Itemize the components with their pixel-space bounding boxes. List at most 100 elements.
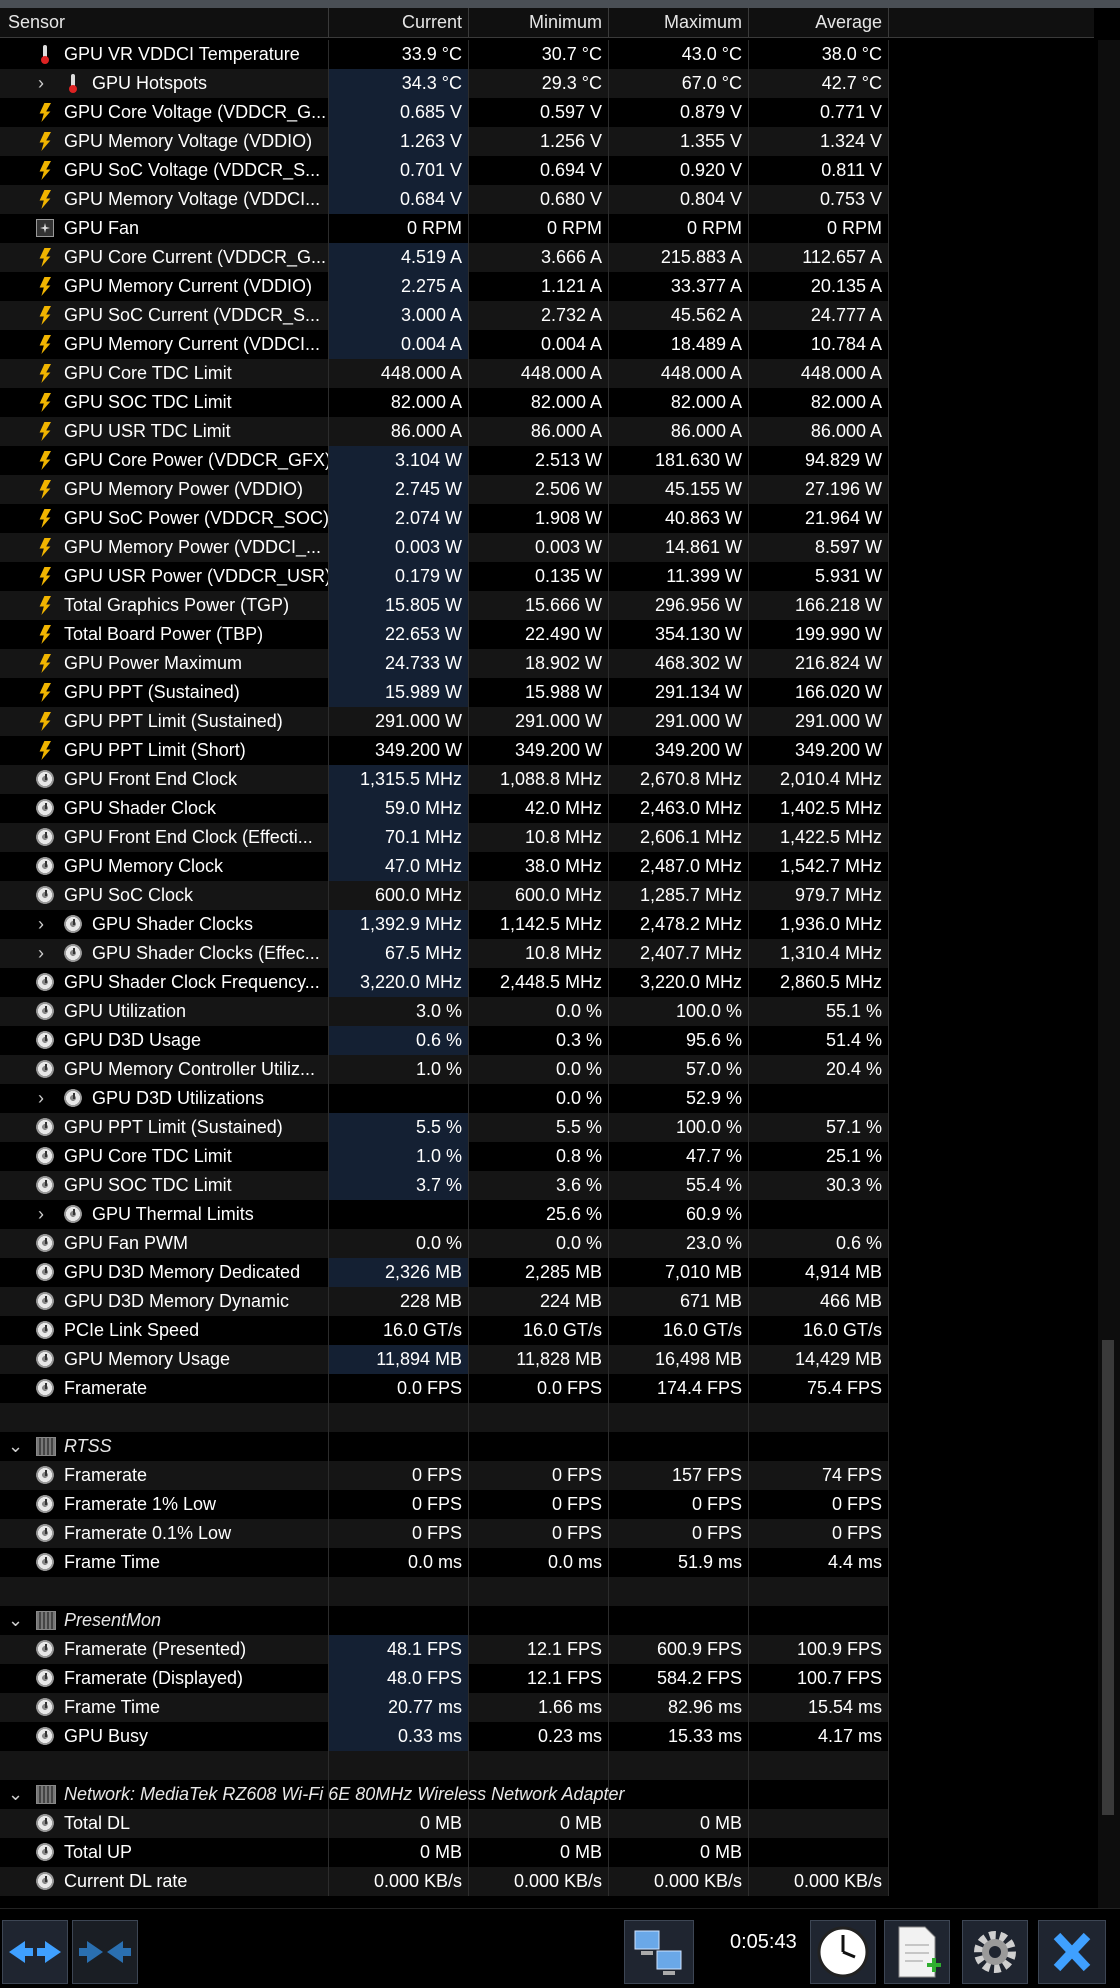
header-current[interactable]: Current — [329, 8, 469, 37]
sensor-group-header[interactable]: ⌄ PresentMon — [0, 1606, 889, 1635]
sensor-row[interactable]: GPU Memory Usage 11,894 MB 11,828 MB 16,498… — [0, 1345, 889, 1374]
expand-chevron-icon[interactable]: › — [38, 1200, 44, 1229]
sensor-row[interactable]: GPU VR VDDCI Temperature 33.9 °C 30.7 °C 43… — [0, 40, 889, 69]
sensor-row[interactable]: PCIe Link Speed 16.0 GT/s 16.0 GT/s 16.0 GT… — [0, 1316, 889, 1345]
value-minimum: 82.000 A — [469, 388, 609, 417]
lightning-icon — [36, 596, 54, 614]
scrollbar-thumb[interactable] — [1102, 1340, 1114, 1815]
sensor-row[interactable]: GPU PPT (Sustained) 15.989 W 15.988 W 291.1… — [0, 678, 889, 707]
collapse-chevron-icon[interactable]: ⌄ — [8, 1432, 23, 1461]
sensor-row[interactable]: Framerate 0.1% Low 0 FPS 0 FPS 0 FPS 0 FPS — [0, 1519, 889, 1548]
sensor-row[interactable]: GPU Shader Clock 59.0 MHz 42.0 MHz 2,463.0 … — [0, 794, 889, 823]
collapse-arrows-button[interactable] — [72, 1920, 138, 1984]
sensor-row[interactable]: GPU Memory Power (VDDCI_... 0.003 W 0.003 … — [0, 533, 889, 562]
sensor-row[interactable]: › GPU D3D Utilizations 0.0 % 52.9 % — [0, 1084, 889, 1113]
clock-button[interactable] — [810, 1920, 876, 1984]
sensor-row[interactable]: GPU D3D Memory Dynamic 228 MB 224 MB 671 MB… — [0, 1287, 889, 1316]
sensor-row[interactable]: GPU SoC Power (VDDCR_SOC) 2.074 W 1.908 W4… — [0, 504, 889, 533]
sensor-row[interactable]: GPU Fan PWM 0.0 % 0.0 % 23.0 % 0.6 % — [0, 1229, 889, 1258]
value-current: 3,220.0 MHz — [329, 968, 469, 997]
sensor-row[interactable]: Frame Time 20.77 ms 1.66 ms 82.96 ms 15.54 m… — [0, 1693, 889, 1722]
sensor-row[interactable]: GPU Front End Clock (Effecti... 70.1 MHz 1… — [0, 823, 889, 852]
sensor-row[interactable]: Frame Time 0.0 ms 0.0 ms 51.9 ms 4.4 ms — [0, 1548, 889, 1577]
navigate-arrows-button[interactable] — [2, 1920, 68, 1984]
value-minimum: 0.597 V — [469, 98, 609, 127]
sensor-row[interactable]: GPU Core TDC Limit 1.0 % 0.8 % 47.7 % 25.1 % — [0, 1142, 889, 1171]
sensor-row[interactable]: GPU Memory Voltage (VDDCI... 0.684 V 0.680… — [0, 185, 889, 214]
sensor-row[interactable]: GPU Memory Power (VDDIO) 2.745 W 2.506 W 45… — [0, 475, 889, 504]
expand-chevron-icon[interactable]: › — [38, 910, 44, 939]
sensor-row[interactable]: › GPU Thermal Limits 25.6 % 60.9 % — [0, 1200, 889, 1229]
sensor-row[interactable]: GPU Memory Voltage (VDDIO) 1.263 V 1.256 V… — [0, 127, 889, 156]
gauge-icon — [36, 1176, 54, 1194]
sensor-group-header[interactable]: ⌄ RTSS — [0, 1432, 889, 1461]
header-sensor[interactable]: Sensor — [0, 8, 329, 37]
settings-button[interactable] — [962, 1920, 1028, 1984]
value-current: 0.000 KB/s — [329, 1867, 469, 1896]
sensor-row[interactable]: GPU Memory Controller Utiliz... 1.0 % 0.0 … — [0, 1055, 889, 1084]
sensor-row[interactable]: Total Board Power (TBP) 22.653 W 22.490 W3… — [0, 620, 889, 649]
sensor-row[interactable]: › GPU Shader Clocks 1,392.9 MHz 1,142.5 MHz… — [0, 910, 889, 939]
sensor-row[interactable]: Framerate (Displayed) 48.0 FPS 12.1 FPS 584… — [0, 1664, 889, 1693]
header-minimum[interactable]: Minimum — [469, 8, 609, 37]
sensor-row[interactable]: GPU Fan 0 RPM 0 RPM 0 RPM 0 RPM — [0, 214, 889, 243]
sensor-group-header[interactable]: ⌄ Network: MediaTek RZ608 Wi-Fi 6E 80MHz … — [0, 1780, 889, 1809]
sensor-row[interactable]: GPU Core TDC Limit 448.000 A 448.000 A 448.… — [0, 359, 889, 388]
collapse-chevron-icon[interactable]: ⌄ — [8, 1606, 23, 1635]
sensor-row[interactable]: Framerate 1% Low 0 FPS 0 FPS 0 FPS 0 FPS — [0, 1490, 889, 1519]
sensor-row[interactable]: GPU Memory Current (VDDIO) 2.275 A 1.121 A… — [0, 272, 889, 301]
sensor-row[interactable]: GPU Core Voltage (VDDCR_G... 0.685 V 0.597… — [0, 98, 889, 127]
sensor-row[interactable]: GPU Busy 0.33 ms 0.23 ms 15.33 ms 4.17 ms — [0, 1722, 889, 1751]
sensor-row[interactable]: Total DL 0 MB 0 MB 0 MB — [0, 1809, 889, 1838]
sensor-row[interactable]: GPU Memory Clock 47.0 MHz 38.0 MHz 2,487.0 … — [0, 852, 889, 881]
value-minimum: 38.0 MHz — [469, 852, 609, 881]
sensor-row[interactable]: Framerate 0.0 FPS 0.0 FPS 174.4 FPS 75.4 FPS — [0, 1374, 889, 1403]
sensor-row[interactable]: › GPU Shader Clocks (Effec... 67.5 MHz 10.8… — [0, 939, 889, 968]
network-button[interactable] — [624, 1920, 694, 1984]
sensor-row[interactable]: Framerate (Presented) 48.1 FPS 12.1 FPS 600… — [0, 1635, 889, 1664]
sensor-row[interactable]: GPU USR TDC Limit 86.000 A 86.000 A 86.000 … — [0, 417, 889, 446]
value-current: 11,894 MB — [329, 1345, 469, 1374]
expand-chevron-icon[interactable]: › — [38, 939, 44, 968]
value-minimum: 0.003 W — [469, 533, 609, 562]
sensor-row[interactable]: GPU SOC TDC Limit 3.7 % 3.6 % 55.4 % 30.3 % — [0, 1171, 889, 1200]
vertical-scrollbar[interactable] — [1098, 40, 1120, 1910]
value-minimum: 16.0 GT/s — [469, 1316, 609, 1345]
sensor-row[interactable]: GPU Shader Clock Frequency... 3,220.0 MHz… — [0, 968, 889, 997]
sensor-row[interactable]: Framerate 0 FPS 0 FPS 157 FPS 74 FPS — [0, 1461, 889, 1490]
expand-chevron-icon[interactable]: › — [38, 69, 44, 98]
gauge-icon — [36, 1524, 54, 1542]
sensor-row[interactable]: Total Graphics Power (TGP) 15.805 W 15.666… — [0, 591, 889, 620]
sensor-row[interactable]: GPU Core Power (VDDCR_GFX) 3.104 W 2.513 W… — [0, 446, 889, 475]
sensor-row[interactable]: GPU SoC Voltage (VDDCR_S... 0.701 V 0.694 … — [0, 156, 889, 185]
value-maximum: 45.562 A — [609, 301, 749, 330]
gauge-icon — [36, 857, 54, 875]
expand-chevron-icon[interactable]: › — [38, 1084, 44, 1113]
sensor-row[interactable]: GPU D3D Memory Dedicated 2,326 MB 2,285 MB… — [0, 1258, 889, 1287]
sensor-row[interactable]: GPU Memory Current (VDDCI... 0.004 A 0.004… — [0, 330, 889, 359]
sensor-row[interactable]: GPU SoC Clock 600.0 MHz 600.0 MHz 1,285.7 M… — [0, 881, 889, 910]
value-current: 0.684 V — [329, 185, 469, 214]
sensor-row[interactable]: GPU Front End Clock 1,315.5 MHz 1,088.8 MH… — [0, 765, 889, 794]
value-current: 1.0 % — [329, 1055, 469, 1084]
sensor-row[interactable]: GPU USR Power (VDDCR_USR) 0.179 W 0.135 W1… — [0, 562, 889, 591]
sensor-row[interactable]: GPU SoC Current (VDDCR_S... 3.000 A 2.732 … — [0, 301, 889, 330]
sensor-row[interactable]: GPU Utilization 3.0 % 0.0 % 100.0 % 55.1 % — [0, 997, 889, 1026]
collapse-chevron-icon[interactable]: ⌄ — [8, 1780, 23, 1809]
sensor-row[interactable]: › GPU Hotspots 34.3 °C 29.3 °C 67.0 °C 42.7 °… — [0, 69, 889, 98]
value-maximum: 16,498 MB — [609, 1345, 749, 1374]
sensor-row[interactable]: GPU Power Maximum 24.733 W 18.902 W 468.302… — [0, 649, 889, 678]
sensor-row[interactable]: GPU PPT Limit (Sustained) 5.5 % 5.5 % 100.0… — [0, 1113, 889, 1142]
new-report-button[interactable] — [884, 1920, 950, 1984]
value-minimum: 10.8 MHz — [469, 823, 609, 852]
sensor-row[interactable]: GPU PPT Limit (Short) 349.200 W 349.200 W3… — [0, 736, 889, 765]
sensor-row[interactable]: GPU D3D Usage 0.6 % 0.3 % 95.6 % 51.4 % — [0, 1026, 889, 1055]
header-average[interactable]: Average — [749, 8, 889, 37]
sensor-row[interactable]: GPU Core Current (VDDCR_G... 4.519 A 3.666… — [0, 243, 889, 272]
close-button[interactable] — [1038, 1920, 1106, 1984]
sensor-row[interactable]: GPU SOC TDC Limit 82.000 A 82.000 A 82.000 … — [0, 388, 889, 417]
sensor-row[interactable]: Total UP 0 MB 0 MB 0 MB — [0, 1838, 889, 1867]
sensor-row[interactable]: GPU PPT Limit (Sustained) 291.000 W 291.00… — [0, 707, 889, 736]
sensor-row[interactable]: Current DL rate 0.000 KB/s 0.000 KB/s 0.000… — [0, 1867, 889, 1896]
header-maximum[interactable]: Maximum — [609, 8, 749, 37]
